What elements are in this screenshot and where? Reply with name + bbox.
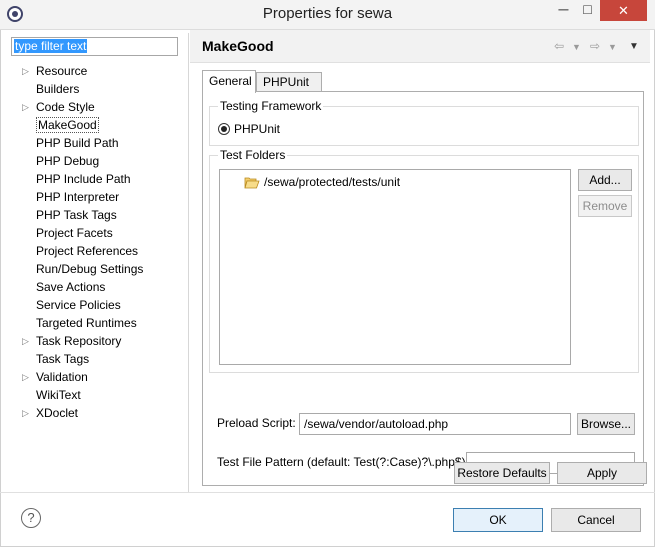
tree-item-code-style[interactable]: ▷ Code Style [6, 98, 189, 116]
preload-script-label: Preload Script: [217, 416, 296, 430]
remove-folder-button[interactable]: Remove [578, 195, 632, 217]
add-folder-button[interactable]: Add... [578, 169, 632, 191]
tab-general[interactable]: General [202, 70, 256, 93]
tree-item-label: PHP Include Path [36, 172, 131, 186]
tree-item-php-include-path[interactable]: PHP Include Path [6, 170, 189, 188]
tree-item-label: Builders [36, 82, 80, 96]
tree-item-project-references[interactable]: Project References [6, 242, 189, 260]
tree-item-php-build-path[interactable]: PHP Build Path [6, 134, 189, 152]
tab-phpunit[interactable]: PHPUnit [256, 72, 322, 92]
tree-item-label: Code Style [36, 100, 95, 114]
tree-item-label: Targeted Runtimes [36, 316, 137, 330]
title-bar: Properties for sewa ─ □ ✕ [0, 0, 655, 30]
phpunit-radio-label: PHPUnit [234, 122, 281, 136]
back-arrow-icon[interactable]: ⇦ [554, 39, 564, 53]
filter-input-text: type filter text [14, 39, 88, 53]
property-tree-pane: type filter text ▷ Resource Builders ▷ Code … [6, 33, 189, 492]
tree-item-service-policies[interactable]: Service Policies [6, 296, 189, 314]
tree-item-task-tags[interactable]: Task Tags [6, 350, 189, 368]
tree-item-label: PHP Debug [36, 154, 100, 168]
tree-item-php-interpreter[interactable]: PHP Interpreter [6, 188, 189, 206]
expand-arrow-icon[interactable]: ▷ [22, 98, 29, 116]
restore-defaults-button[interactable]: Restore Defaults [454, 462, 550, 484]
maximize-button[interactable]: □ [574, 0, 601, 21]
filter-input[interactable]: type filter text [11, 37, 178, 56]
tree-item-makegood[interactable]: MakeGood [6, 116, 189, 134]
tree-item-label: PHP Interpreter [36, 190, 120, 204]
test-folder-list[interactable]: /sewa/protected/tests/unit [219, 169, 571, 365]
tree-item-resource[interactable]: ▷ Resource [6, 62, 189, 80]
expand-arrow-icon[interactable]: ▷ [22, 62, 29, 80]
tree-item-label: MakeGood [36, 117, 99, 133]
ok-button[interactable]: OK [453, 508, 543, 532]
expand-arrow-icon[interactable]: ▷ [22, 368, 29, 386]
tree-item-label: Task Tags [36, 352, 90, 366]
tree-item-label: Validation [36, 370, 88, 384]
list-item[interactable]: /sewa/protected/tests/unit [244, 174, 400, 190]
footer-divider [0, 492, 655, 493]
tree-item-project-facets[interactable]: Project Facets [6, 224, 189, 242]
property-page: MakeGood ⇦ ▼ ⇨ ▼ ▼ General PHPUnit Testi… [190, 30, 655, 492]
test-folders-group: Test Folders /sewa/protected/tests/unit … [209, 148, 639, 373]
tree-item-label: Save Actions [36, 280, 106, 294]
page-title: MakeGood [202, 38, 274, 54]
tree-item-wikitext[interactable]: WikiText [6, 386, 189, 404]
tree-item-label: Service Policies [36, 298, 121, 312]
radio-selected-icon[interactable] [218, 123, 230, 135]
tree-item-label: WikiText [36, 388, 81, 402]
browse-button[interactable]: Browse... [577, 413, 635, 435]
tree-item-xdoclet[interactable]: ▷ XDoclet [6, 404, 189, 422]
tree-item-run-debug-settings[interactable]: Run/Debug Settings [6, 260, 189, 278]
tree-item-label: XDoclet [36, 406, 79, 420]
folder-open-icon [244, 177, 260, 189]
expand-arrow-icon[interactable]: ▷ [22, 404, 29, 422]
tree-item-label: Run/Debug Settings [36, 262, 144, 276]
close-button[interactable]: ✕ [600, 0, 647, 21]
tree-item-label: Project References [36, 244, 139, 258]
apply-button[interactable]: Apply [557, 462, 647, 484]
cancel-button[interactable]: Cancel [551, 508, 641, 532]
tree-item-label: Resource [36, 64, 88, 78]
tree-item-task-repository[interactable]: ▷ Task Repository [6, 332, 189, 350]
tree-item-php-debug[interactable]: PHP Debug [6, 152, 189, 170]
tree-item-label: Project Facets [36, 226, 113, 240]
tree-item-targeted-runtimes[interactable]: Targeted Runtimes [6, 314, 189, 332]
back-dropdown-icon[interactable]: ▼ [572, 42, 581, 52]
minimize-button[interactable]: ─ [550, 0, 577, 21]
tree-item-validation[interactable]: ▷ Validation [6, 368, 189, 386]
general-tab-panel: Testing Framework PHPUnit Test Folders /… [202, 91, 644, 486]
tree-item-php-task-tags[interactable]: PHP Task Tags [6, 206, 189, 224]
page-header: MakeGood ⇦ ▼ ⇨ ▼ ▼ [190, 30, 650, 63]
forward-dropdown-icon[interactable]: ▼ [608, 42, 617, 52]
tree-item-label: PHP Task Tags [36, 208, 117, 222]
help-icon[interactable]: ? [21, 508, 41, 528]
folder-path: /sewa/protected/tests/unit [264, 175, 401, 189]
preload-script-input[interactable]: /sewa/vendor/autoload.php [299, 413, 571, 435]
expand-arrow-icon[interactable]: ▷ [22, 332, 29, 350]
property-tree: ▷ Resource Builders ▷ Code Style MakeGood PHP … [6, 62, 189, 422]
test-file-pattern-label: Test File Pattern (default: Test(?:Case)… [217, 455, 469, 469]
testing-framework-title: Testing Framework [218, 99, 324, 113]
tree-item-builders[interactable]: Builders [6, 80, 189, 98]
testing-framework-group: Testing Framework PHPUnit [209, 99, 639, 146]
forward-arrow-icon[interactable]: ⇨ [590, 39, 600, 53]
view-menu-icon[interactable]: ▼ [629, 41, 639, 52]
tree-item-label: Task Repository [36, 334, 122, 348]
tree-item-save-actions[interactable]: Save Actions [6, 278, 189, 296]
tree-item-label: PHP Build Path [36, 136, 119, 150]
test-folders-title: Test Folders [218, 148, 288, 162]
